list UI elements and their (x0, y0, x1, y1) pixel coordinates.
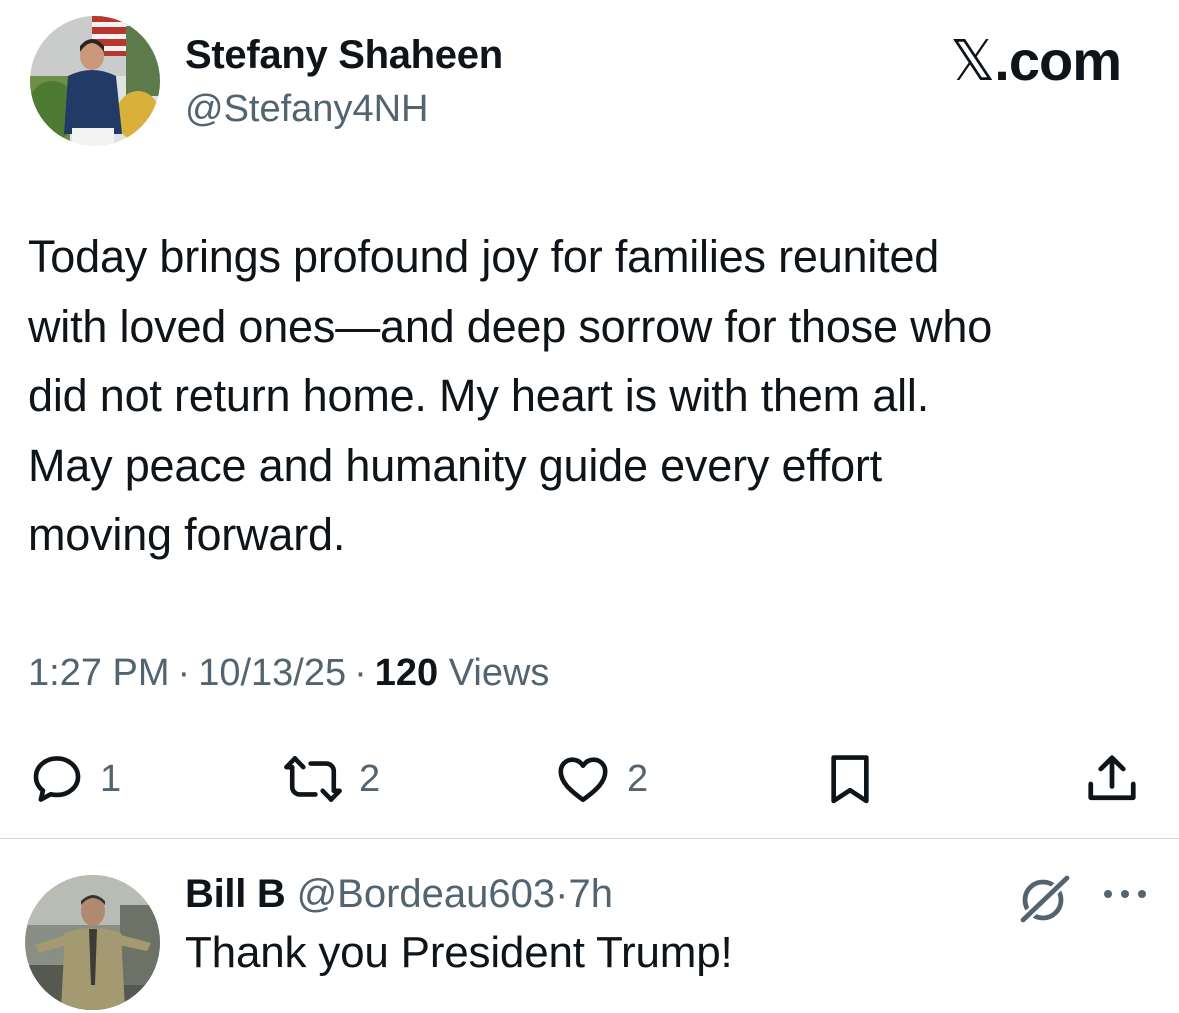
author-display-name[interactable]: Stefany Shaheen (185, 33, 503, 78)
reply-header: Bill B @Bordeau603·7h (185, 872, 613, 917)
grok-icon[interactable] (1015, 872, 1075, 929)
meta-separator: · (354, 652, 367, 694)
meta-separator: · (177, 652, 191, 694)
bookmark-icon (831, 755, 869, 804)
tweet-time[interactable]: 1:27 PM (28, 652, 170, 694)
reply-text: Thank you President Trump! (185, 928, 733, 977)
views-label: Views (448, 652, 550, 694)
retweet-button[interactable]: 2 (281, 748, 380, 810)
tweet-line: did not return home. My heart is with th… (28, 370, 929, 421)
reply-button[interactable]: 1 (28, 748, 121, 810)
profile-photo (30, 16, 160, 146)
reply-separator: · (555, 872, 569, 916)
reply-handle[interactable]: @Bordeau603 (297, 872, 556, 916)
author-avatar[interactable] (30, 16, 160, 146)
grok-slash-icon (1019, 874, 1071, 924)
tweet-line: May peace and humanity guide every effor… (28, 439, 882, 491)
like-count: 2 (627, 757, 649, 800)
heart-icon (558, 757, 608, 803)
site-label: 𝕏.com (950, 28, 1122, 94)
tweet-text: Today brings profound joy for families r… (28, 222, 1153, 570)
reply-time[interactable]: 7h (568, 872, 613, 916)
x-logo-icon: 𝕏 (950, 29, 995, 94)
tweet-date[interactable]: 10/13/25 (198, 652, 346, 694)
author-handle[interactable]: @Stefany4NH (185, 88, 428, 131)
tweet-line: with loved ones—and deep sorrow for thos… (28, 300, 993, 352)
retweet-count: 2 (359, 757, 381, 800)
share-icon (1088, 755, 1136, 801)
divider (0, 838, 1179, 839)
site-label-text: .com (994, 29, 1122, 92)
reply-bubble-icon (33, 756, 81, 802)
like-button[interactable]: 2 (553, 748, 648, 810)
bookmark-button[interactable] (822, 748, 878, 810)
ellipsis-icon (1104, 890, 1146, 898)
more-options-icon[interactable] (1102, 887, 1148, 905)
reply-display-name[interactable]: Bill B (185, 872, 286, 916)
retweet-icon (284, 756, 342, 802)
views-count: 120 (374, 652, 439, 694)
reply-avatar[interactable] (25, 875, 160, 1010)
profile-photo (25, 875, 160, 1010)
tweet-meta: 1:27 PM · 10/13/25 · 120 Views (28, 652, 549, 695)
tweet-line: moving forward. (28, 509, 346, 560)
tweet-line: Today brings profound joy for families r… (28, 231, 940, 282)
share-button[interactable] (1082, 748, 1142, 810)
reply-count: 1 (100, 757, 122, 800)
